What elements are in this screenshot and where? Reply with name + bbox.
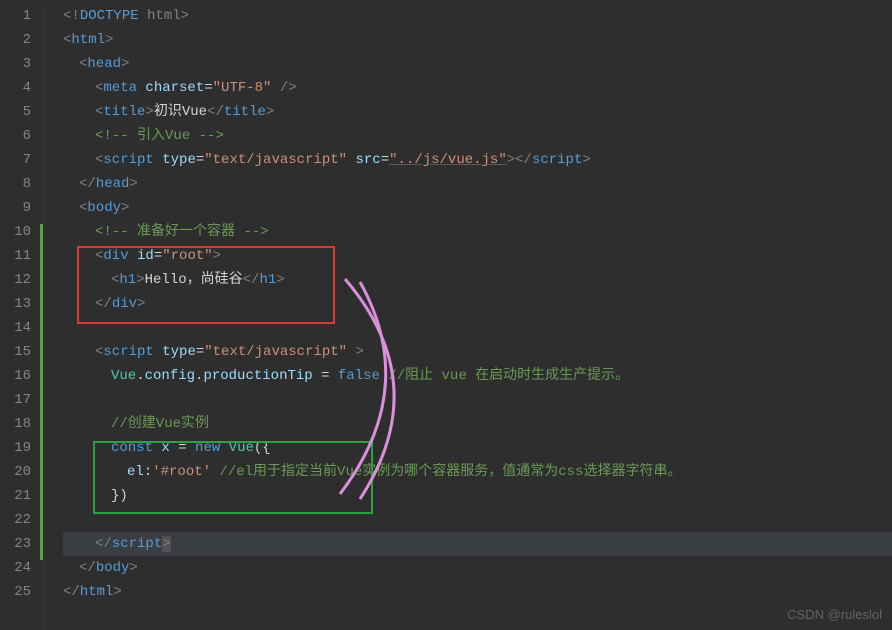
code-line (63, 316, 892, 340)
code-line: el:'#root' //el用于指定当前Vue实例为哪个容器服务，值通常为cs… (63, 460, 892, 484)
code-line (63, 388, 892, 412)
code-line: }) (63, 484, 892, 508)
line-number: 10 (0, 220, 31, 244)
code-line-active: </script> (63, 532, 892, 556)
code-line: const x = new Vue({ (63, 436, 892, 460)
code-line (63, 508, 892, 532)
line-number: 12 (0, 268, 31, 292)
line-number: 2 (0, 28, 31, 52)
line-number: 4 (0, 76, 31, 100)
line-number: 19 (0, 436, 31, 460)
code-line: <head> (63, 52, 892, 76)
line-number: 20 (0, 460, 31, 484)
line-number: 5 (0, 100, 31, 124)
code-line: <script type="text/javascript" src="../j… (63, 148, 892, 172)
git-change-bar (40, 224, 43, 560)
line-number: 24 (0, 556, 31, 580)
code-line: Vue.config.productionTip = false //阻止 vu… (63, 364, 892, 388)
code-line: <html> (63, 28, 892, 52)
line-number: 8 (0, 172, 31, 196)
line-number: 25 (0, 580, 31, 604)
line-number: 16 (0, 364, 31, 388)
code-content[interactable]: <!DOCTYPE html> <html> <head> <meta char… (45, 4, 892, 630)
line-number: 22 (0, 508, 31, 532)
line-number: 7 (0, 148, 31, 172)
code-line: <h1>Hello，尚硅谷</h1> (63, 268, 892, 292)
line-number: 1 (0, 4, 31, 28)
watermark: CSDN @ruleslol (787, 607, 882, 622)
line-number-gutter: 1 2 3 4 5 6 7 8 9 10 11 12 13 14 15 16 1… (0, 4, 45, 630)
line-number: 23 (0, 532, 31, 556)
code-line: </html> (63, 580, 892, 604)
code-line: <body> (63, 196, 892, 220)
line-number: 14 (0, 316, 31, 340)
line-number: 13 (0, 292, 31, 316)
line-number: 15 (0, 340, 31, 364)
line-number: 17 (0, 388, 31, 412)
code-line: <!-- 准备好一个容器 --> (63, 220, 892, 244)
line-number: 3 (0, 52, 31, 76)
code-line: <div id="root"> (63, 244, 892, 268)
code-line: <!-- 引入Vue --> (63, 124, 892, 148)
line-number: 11 (0, 244, 31, 268)
line-number: 6 (0, 124, 31, 148)
line-number: 21 (0, 484, 31, 508)
code-line: </body> (63, 556, 892, 580)
code-line: <!DOCTYPE html> (63, 4, 892, 28)
code-line: <meta charset="UTF-8" /> (63, 76, 892, 100)
code-line: <title>初识Vue</title> (63, 100, 892, 124)
code-editor: 1 2 3 4 5 6 7 8 9 10 11 12 13 14 15 16 1… (0, 0, 892, 630)
line-number: 9 (0, 196, 31, 220)
code-line: </head> (63, 172, 892, 196)
code-line: </div> (63, 292, 892, 316)
line-number: 18 (0, 412, 31, 436)
code-line: <script type="text/javascript" > (63, 340, 892, 364)
code-line: //创建Vue实例 (63, 412, 892, 436)
